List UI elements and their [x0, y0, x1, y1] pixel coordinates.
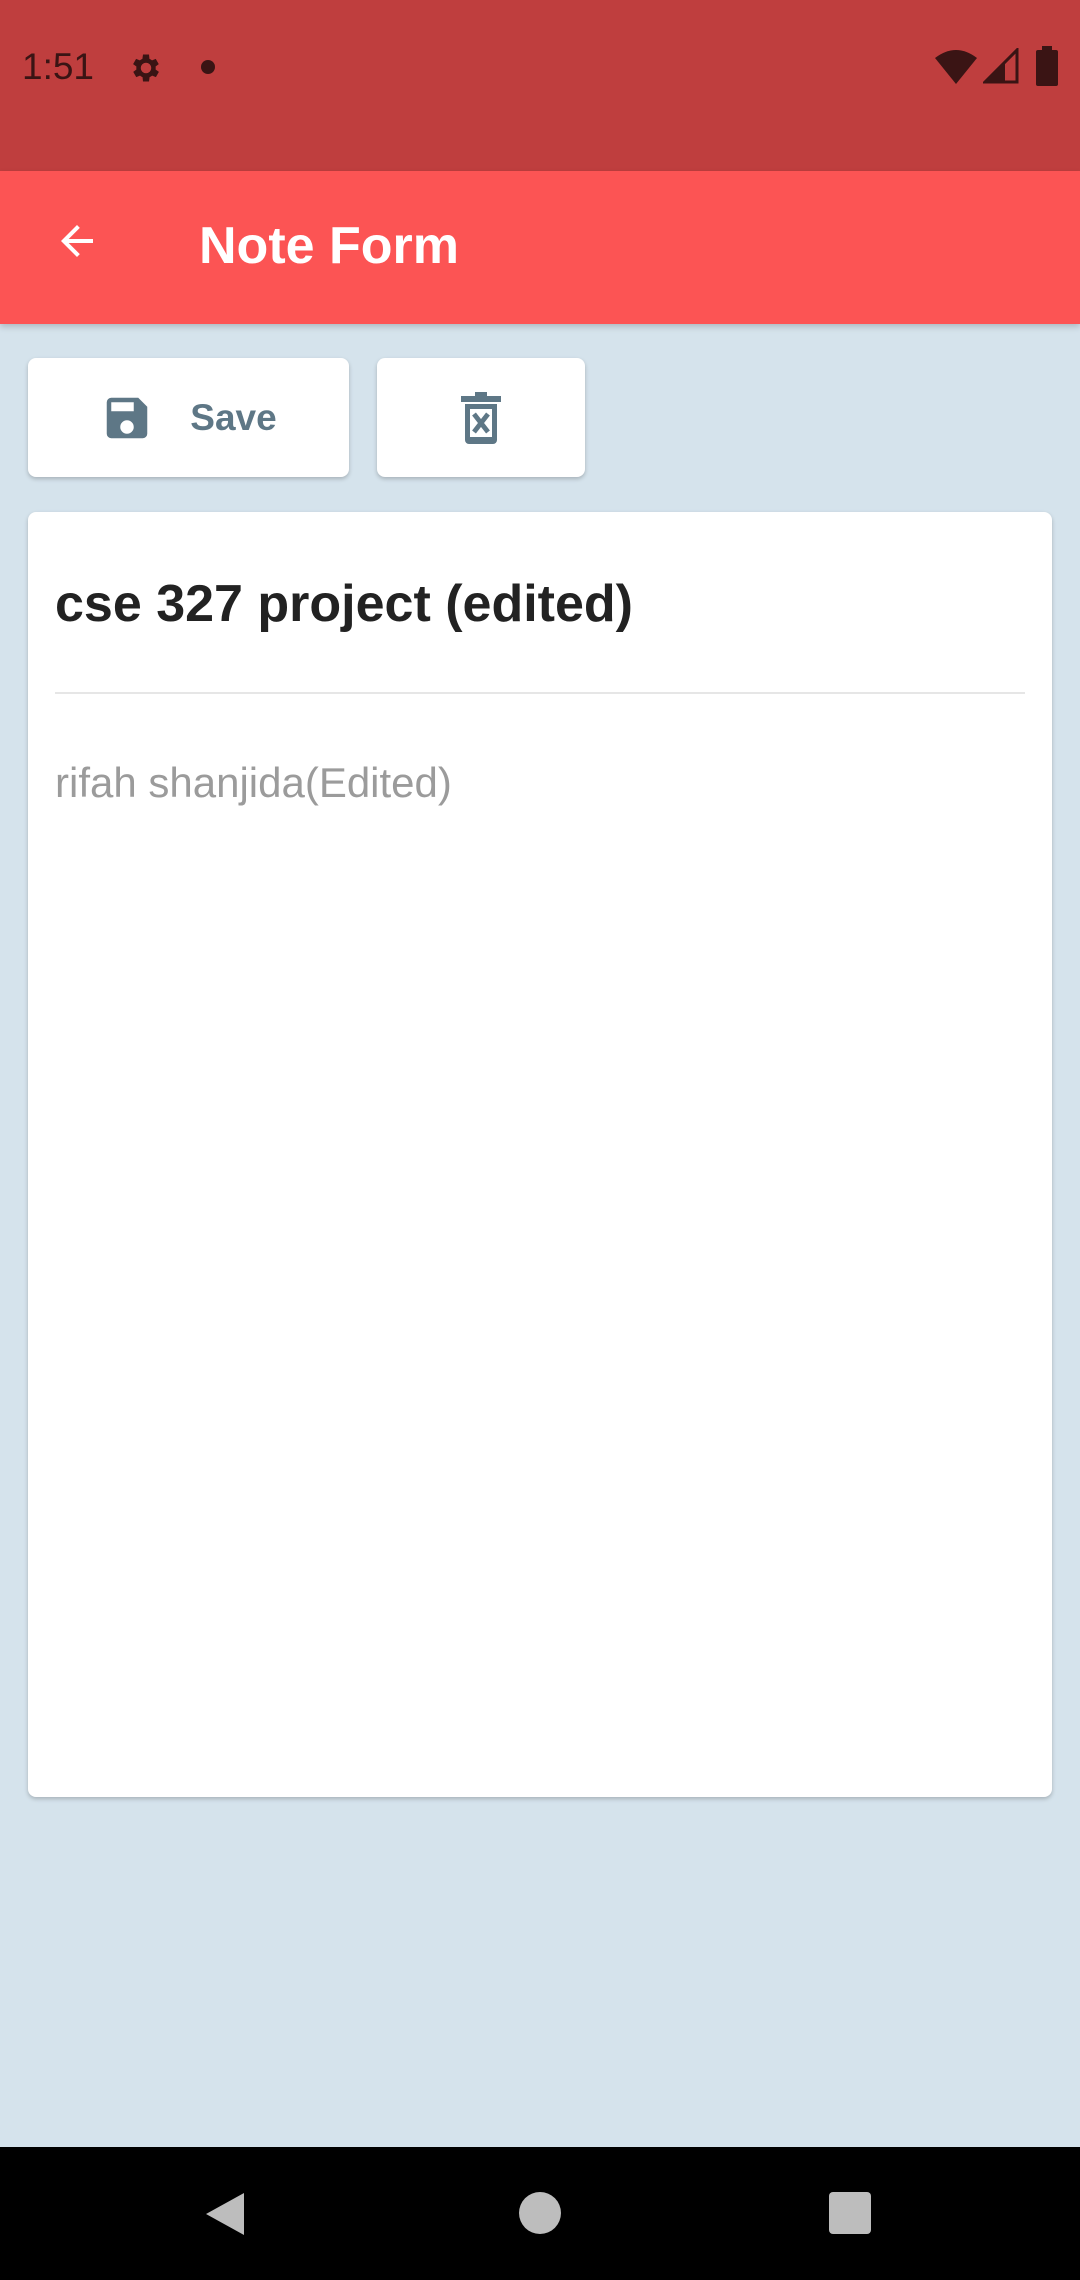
delete-button[interactable]	[377, 358, 585, 477]
nav-home-icon[interactable]	[519, 2192, 561, 2234]
note-card: cse 327 project (edited) rifah shanjida(…	[28, 512, 1052, 1797]
divider	[55, 692, 1025, 694]
trash-x-icon	[461, 391, 501, 444]
cell-signal-icon	[983, 48, 1019, 84]
page-title: Note Form	[199, 217, 459, 275]
back-button[interactable]	[40, 204, 114, 278]
nav-recents-icon[interactable]	[829, 2192, 871, 2234]
wifi-icon	[935, 50, 977, 84]
arrow-left-icon	[61, 225, 93, 257]
status-bar: 1:51	[0, 0, 1080, 171]
note-title-field[interactable]: cse 327 project (edited)	[55, 574, 633, 634]
status-time: 1:51	[22, 46, 95, 87]
battery-icon	[1036, 46, 1058, 86]
save-button[interactable]: Save	[28, 358, 349, 477]
note-body-field[interactable]: rifah shanjida(Edited)	[55, 759, 452, 807]
floppy-disk-icon	[107, 397, 148, 438]
save-button-label: Save	[190, 396, 277, 438]
navigation-bar	[0, 2147, 1080, 2280]
notification-dot-icon	[201, 60, 215, 74]
nav-back-icon[interactable]	[204, 2191, 246, 2237]
gear-icon	[133, 54, 159, 82]
app-bar: Note Form	[0, 171, 1080, 324]
